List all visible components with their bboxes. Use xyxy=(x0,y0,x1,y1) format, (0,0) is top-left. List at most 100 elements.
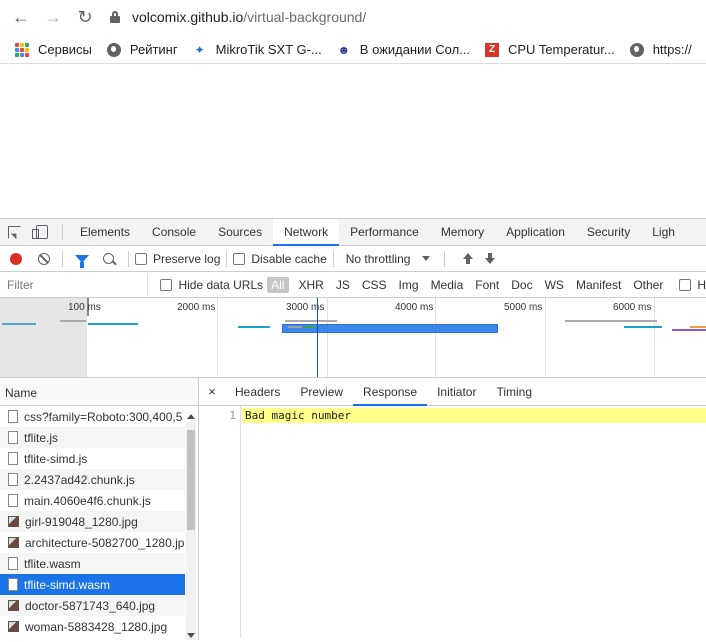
filter-input[interactable]: Filter xyxy=(0,273,149,296)
device-toolbar-button[interactable] xyxy=(28,219,56,246)
tab-lighthouse[interactable]: Ligh xyxy=(641,219,686,246)
tab-sources[interactable]: Sources xyxy=(207,219,273,246)
divider xyxy=(444,250,446,267)
scroll-down-icon[interactable] xyxy=(187,633,195,638)
type-filter-img[interactable]: Img xyxy=(393,278,425,292)
clear-icon[interactable] xyxy=(38,252,50,265)
bookmarks-bar: Сервисы Рейтинг ✦ MikroTik SXT G-... ☻ В… xyxy=(0,36,706,64)
devtools-panel: Elements Console Sources Network Perform… xyxy=(0,218,706,642)
type-filter-other[interactable]: Other xyxy=(627,278,669,292)
bookmark-label: MikroTik SXT G-... xyxy=(215,42,322,57)
divider xyxy=(62,224,63,240)
blocked-requests-checkbox[interactable]: H xyxy=(679,278,706,292)
tick-label: 4000 ms xyxy=(395,302,434,313)
scroll-thumb[interactable] xyxy=(187,430,195,530)
request-name: girl-919048_1280.jpg xyxy=(25,514,138,529)
export-har-icon[interactable] xyxy=(485,252,496,265)
table-row[interactable]: girl-919048_1280.jpg xyxy=(0,511,185,532)
type-filter-font[interactable]: Font xyxy=(469,278,505,292)
divider xyxy=(226,250,228,267)
response-body[interactable]: 1 Bad magic number xyxy=(199,406,706,638)
bookmark-mikrotik[interactable]: ✦ MikroTik SXT G-... xyxy=(192,42,322,58)
tab-response[interactable]: Response xyxy=(353,378,428,406)
request-list-scrollbar[interactable] xyxy=(186,414,196,640)
tab-headers[interactable]: Headers xyxy=(225,378,290,406)
preserve-log-checkbox[interactable]: Preserve log xyxy=(135,252,220,266)
checkbox-box[interactable] xyxy=(160,278,173,291)
table-row[interactable]: architecture-5082700_1280.jpg xyxy=(0,532,185,553)
device-icon xyxy=(32,225,48,239)
tab-timing[interactable]: Timing xyxy=(486,378,542,406)
table-row[interactable]: main.4060e4f6.chunk.js xyxy=(0,490,185,511)
scroll-up-icon[interactable] xyxy=(187,414,195,419)
table-row[interactable]: tflite.js xyxy=(0,427,185,448)
bookmark-https[interactable]: https:// xyxy=(629,42,692,58)
checkbox-box[interactable] xyxy=(679,278,692,291)
table-row[interactable]: woman-5883428_1280.jpg xyxy=(0,616,185,637)
table-row[interactable]: tflite-simd.js xyxy=(0,448,185,469)
tick-label: 100 ms xyxy=(68,302,101,313)
timeline-bar xyxy=(672,329,706,331)
name-column-header[interactable]: Name xyxy=(0,378,198,406)
type-filter-doc[interactable]: Doc xyxy=(505,278,538,292)
forward-arrow-icon[interactable]: → xyxy=(42,6,64,28)
hide-data-urls-checkbox[interactable]: Hide data URLs xyxy=(160,278,263,292)
tab-performance[interactable]: Performance xyxy=(339,219,430,246)
filter-icon[interactable] xyxy=(75,254,89,268)
type-filter-xhr[interactable]: XHR xyxy=(293,278,330,292)
tab-initiator[interactable]: Initiator xyxy=(427,378,486,406)
tab-elements[interactable]: Elements xyxy=(69,219,141,246)
table-row-selected[interactable]: tflite-simd.wasm xyxy=(0,574,185,595)
import-har-icon[interactable] xyxy=(463,252,474,265)
type-filter-ws[interactable]: WS xyxy=(539,278,570,292)
table-row[interactable]: 2.2437ad42.chunk.js xyxy=(0,469,185,490)
cpu-temperature-icon: Z xyxy=(484,42,500,58)
tab-console[interactable]: Console xyxy=(141,219,207,246)
table-row[interactable]: tflite.wasm xyxy=(0,553,185,574)
address-bar[interactable]: volcomix.github.io/virtual-background/ xyxy=(110,3,366,31)
tab-security[interactable]: Security xyxy=(576,219,641,246)
request-name: main.4060e4f6.chunk.js xyxy=(24,493,151,508)
bookmark-services[interactable]: Сервисы xyxy=(14,42,92,58)
checkbox-box[interactable] xyxy=(233,252,246,265)
back-arrow-icon[interactable]: ← xyxy=(10,6,32,28)
type-filter-manifest[interactable]: Manifest xyxy=(570,278,627,292)
tab-memory[interactable]: Memory xyxy=(430,219,495,246)
search-icon[interactable] xyxy=(103,253,114,264)
timeline-bar xyxy=(285,320,337,322)
type-filter-media[interactable]: Media xyxy=(425,278,470,292)
timeline-bar xyxy=(88,323,138,325)
tab-network[interactable]: Network xyxy=(273,218,340,246)
line-number: 1 xyxy=(229,409,236,422)
throttling-select[interactable]: No throttling xyxy=(340,252,431,266)
grid-line xyxy=(217,298,218,377)
network-overview[interactable]: 100 ms 2000 ms 3000 ms 4000 ms 5000 ms 6… xyxy=(0,298,706,378)
disable-cache-checkbox[interactable]: Disable cache xyxy=(233,252,327,266)
type-filter-css[interactable]: CSS xyxy=(356,278,393,292)
inspect-element-button[interactable] xyxy=(0,219,28,246)
timeline-bar xyxy=(565,320,657,322)
tab-application[interactable]: Application xyxy=(495,219,576,246)
response-line: Bad magic number xyxy=(242,408,706,423)
blocked-requests-label: H xyxy=(697,277,706,292)
type-filter-js[interactable]: JS xyxy=(330,278,356,292)
bookmark-label: https:// xyxy=(652,42,692,57)
image-icon xyxy=(8,537,19,548)
table-row[interactable]: css?family=Roboto:300,400,5 xyxy=(0,406,185,427)
bookmark-waiting[interactable]: ☻ В ожидании Сол... xyxy=(336,42,470,58)
bookmark-label: Рейтинг xyxy=(129,42,178,57)
checkbox-box[interactable] xyxy=(135,252,147,265)
close-icon[interactable]: × xyxy=(199,384,225,399)
reload-icon[interactable]: ↻ xyxy=(74,6,96,28)
tick-label: 6000 ms xyxy=(613,302,652,313)
record-button[interactable] xyxy=(10,252,22,265)
bookmark-cpu-temperature[interactable]: Z CPU Temperatur... xyxy=(484,42,615,58)
tab-preview[interactable]: Preview xyxy=(290,378,353,406)
table-row[interactable]: doctor-5871743_640.jpg xyxy=(0,595,185,616)
bookmark-rating[interactable]: Рейтинг xyxy=(106,42,178,58)
request-rows: css?family=Roboto:300,400,5 tflite.js tf… xyxy=(0,406,198,637)
document-icon xyxy=(8,431,18,444)
timeline-bar xyxy=(624,326,662,328)
type-filter-all[interactable]: All xyxy=(267,276,289,293)
mikrotik-icon: ✦ xyxy=(194,42,205,57)
